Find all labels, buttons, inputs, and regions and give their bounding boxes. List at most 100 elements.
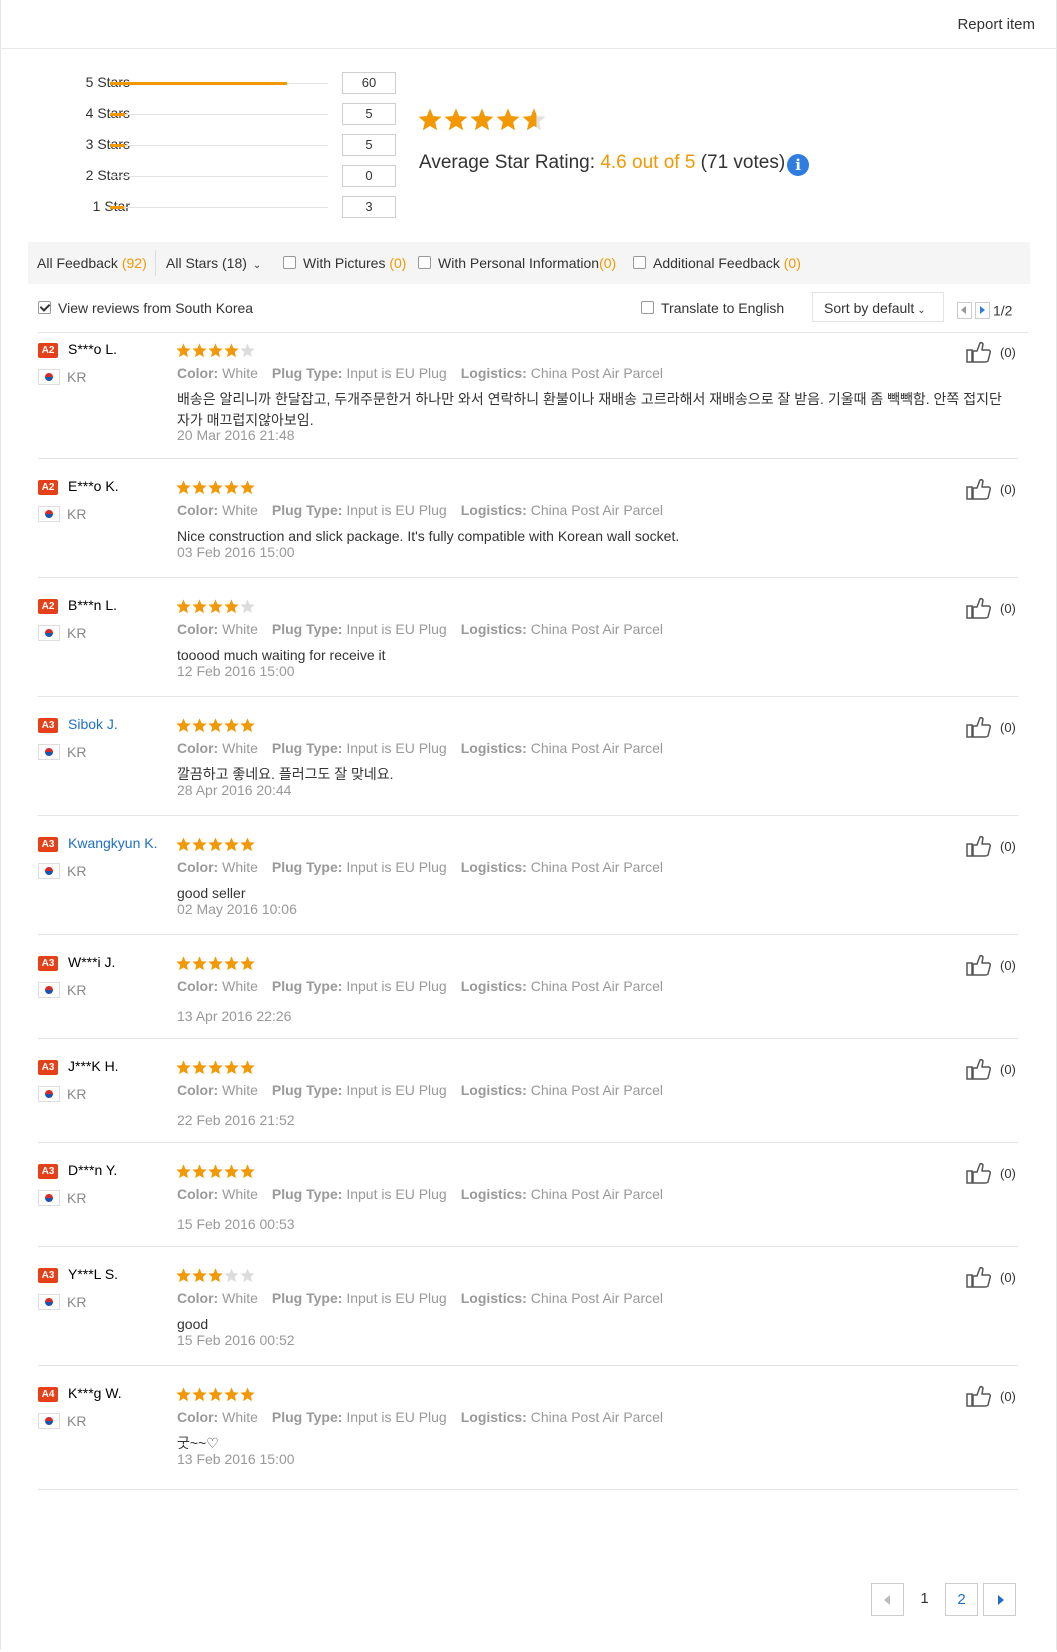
- view-south-korea-option[interactable]: View reviews from South Korea: [38, 300, 253, 316]
- reviewer-name: Y***L S.: [68, 1266, 119, 1282]
- review-item: A4 K***g W. KR Color: White Plug Type: Input…: [38, 1369, 1018, 1490]
- with-personal-checkbox[interactable]: [418, 256, 431, 269]
- rating-row[interactable]: 2 Stars 0: [30, 165, 400, 187]
- reviewer-country: KR: [67, 625, 87, 641]
- reviewer-name: B***n L.: [68, 597, 118, 613]
- star-icon-filled: [224, 718, 239, 733]
- color-value: White: [218, 740, 258, 756]
- review-item: A3 W***i J. KR Color: White Plug Type: Input…: [38, 938, 1018, 1039]
- page-indicator: 1/2: [993, 302, 1013, 319]
- thumbs-up-icon[interactable]: [966, 341, 992, 363]
- all-stars-dropdown[interactable]: All Stars (18) ⌄: [166, 255, 261, 271]
- thumbs-up-icon[interactable]: [966, 1385, 992, 1407]
- review-date: 12 Feb 2016 15:00: [177, 663, 295, 679]
- review-attributes: Color: White Plug Type: Input is EU Plug L…: [177, 621, 663, 637]
- color-value: White: [218, 621, 258, 637]
- flag-emblem: [45, 986, 53, 994]
- buyer-level-badge: A2: [38, 480, 58, 495]
- star-icon: [240, 1268, 255, 1283]
- review-stars: [176, 343, 255, 358]
- page-1-link[interactable]: 1: [908, 1583, 941, 1616]
- report-item-link[interactable]: Report item: [957, 16, 1035, 33]
- reviewer-name: E***o K.: [68, 478, 119, 494]
- translate-checkbox[interactable]: [641, 301, 654, 314]
- rating-row[interactable]: 5 Stars 60: [30, 72, 400, 94]
- all-feedback-tab[interactable]: All Feedback (92): [37, 255, 147, 271]
- with-pictures-checkbox[interactable]: [283, 256, 296, 269]
- rating-row[interactable]: 1 Star3: [30, 196, 400, 218]
- review-date: 15 Feb 2016 00:53: [177, 1216, 295, 1232]
- review-stars: [176, 599, 255, 614]
- review-rating: [176, 480, 255, 496]
- thumbs-up-icon[interactable]: [966, 1266, 992, 1288]
- translate-option[interactable]: Translate to English: [641, 300, 784, 316]
- flag-emblem: [45, 748, 53, 756]
- buyer-level-badge: A3: [38, 718, 58, 733]
- rating-row[interactable]: 3 Stars 5: [30, 134, 400, 156]
- page-2-link[interactable]: 2: [945, 1583, 978, 1616]
- view-south-korea-checkbox[interactable]: [38, 301, 51, 314]
- plug-value: Input is EU Plug: [342, 1409, 447, 1425]
- thumbs-up-icon[interactable]: [966, 716, 992, 738]
- review-stars: [176, 1387, 255, 1402]
- additional-feedback-filter[interactable]: Additional Feedback (0): [633, 255, 801, 271]
- color-label: Color:: [177, 365, 219, 381]
- reviewer-name[interactable]: Sibok J.: [68, 716, 118, 732]
- review-item: A3 Kwangkyun K. KR Color: White Plug Type: I…: [38, 819, 1018, 935]
- rating-count: 0: [342, 165, 396, 187]
- star-icon-filled: [208, 599, 223, 614]
- review-stars: [176, 718, 255, 733]
- with-pictures-filter[interactable]: With Pictures (0): [283, 255, 406, 271]
- thumbs-up-icon[interactable]: [966, 835, 992, 857]
- star-icon-filled: [240, 480, 255, 495]
- star-icon-filled: [470, 108, 494, 131]
- color-value: White: [218, 859, 258, 875]
- rating-bar: [110, 113, 328, 116]
- review-date: 13 Feb 2016 15:00: [177, 1451, 295, 1467]
- next-page-icon[interactable]: [975, 301, 990, 319]
- thumbs-up-icon[interactable]: [966, 954, 992, 976]
- thumbs-up-icon[interactable]: [966, 478, 992, 500]
- star-icon-filled: [224, 956, 239, 971]
- with-personal-filter[interactable]: With Personal Information(0): [418, 255, 616, 271]
- review-text: good seller: [177, 885, 246, 901]
- thumbs-up-icon[interactable]: [966, 1058, 992, 1080]
- thumbs-up-icon[interactable]: [966, 597, 992, 619]
- average-value: 4.6 out of 5: [600, 152, 696, 173]
- color-value: White: [218, 1186, 258, 1202]
- additional-feedback-checkbox[interactable]: [633, 256, 646, 269]
- review-item: A2 B***n L. KR Color: White Plug Type: Input…: [38, 581, 1018, 697]
- helpful-count: (0): [1000, 720, 1016, 735]
- review-rating: [176, 718, 255, 734]
- sort-dropdown[interactable]: Sort by default ⌄: [812, 292, 944, 322]
- star-icon-filled: [240, 837, 255, 852]
- color-label: Color:: [177, 1290, 219, 1306]
- chevron-down-icon: ⌄: [917, 305, 926, 316]
- thumbs-up-icon[interactable]: [966, 1162, 992, 1184]
- with-pictures-count: (0): [389, 255, 407, 271]
- star-icon-filled: [176, 837, 191, 852]
- reviewer-name[interactable]: Kwangkyun K.: [68, 835, 158, 851]
- review-attributes: Color: White Plug Type: Input is EU Plug L…: [177, 1186, 663, 1202]
- flag-emblem: [45, 510, 53, 518]
- star-icon-filled: [192, 1164, 207, 1179]
- pagination-next-icon[interactable]: [983, 1583, 1016, 1616]
- review-text: good: [177, 1316, 209, 1332]
- star-icon-filled: [224, 1060, 239, 1075]
- review-rating: [176, 1060, 255, 1076]
- with-personal-label: With Personal Information: [438, 255, 600, 271]
- logistics-label: Logistics:: [460, 740, 527, 756]
- review-date: 13 Apr 2016 22:26: [177, 1008, 292, 1024]
- info-icon[interactable]: i: [787, 154, 810, 176]
- sort-label: Sort by default: [824, 300, 915, 316]
- pagination-prev-icon[interactable]: [871, 1583, 904, 1616]
- star-icon-filled: [224, 837, 239, 852]
- logistics-label: Logistics:: [460, 1409, 527, 1425]
- prev-page-icon[interactable]: [957, 301, 972, 319]
- star-icon-filled: [192, 599, 207, 614]
- star-icon-filled: [176, 480, 191, 495]
- korea-flag-icon: [38, 982, 60, 998]
- logistics-value: China Post Air Parcel: [526, 1290, 664, 1306]
- rating-row[interactable]: 4 Stars 5: [30, 103, 400, 125]
- plug-value: Input is EU Plug: [342, 502, 447, 518]
